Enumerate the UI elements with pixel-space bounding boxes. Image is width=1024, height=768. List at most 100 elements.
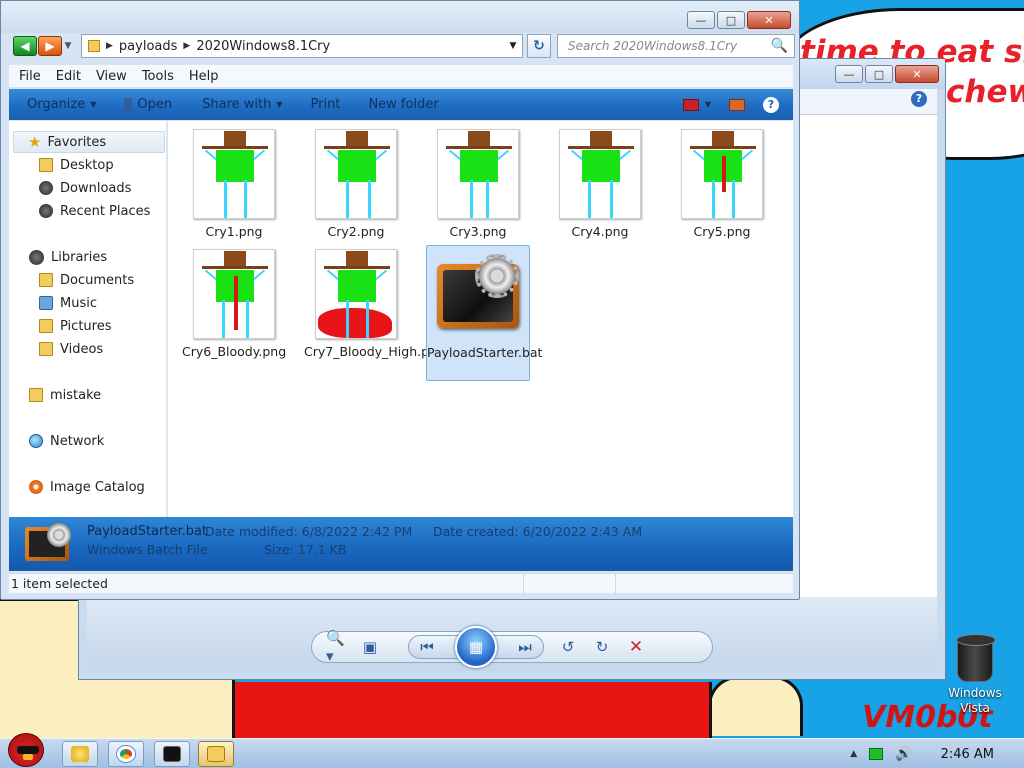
start-button[interactable] <box>2 731 52 768</box>
new-folder-button[interactable]: New folder <box>368 97 438 112</box>
organize-button[interactable]: Organize ▼ <box>27 97 96 112</box>
delete-icon: ✕ <box>628 637 644 657</box>
nav-recent-places[interactable]: Recent Places <box>39 200 150 222</box>
nav-music-label: Music <box>60 295 97 311</box>
preview-pane-icon[interactable] <box>729 98 745 111</box>
address-dropdown-button[interactable]: ▼ <box>504 41 522 51</box>
rotate-ccw-button[interactable]: ↺ <box>558 637 578 657</box>
slideshow-icon: ▦ <box>468 638 484 656</box>
explorer-titlebar[interactable] <box>1 1 799 33</box>
status-divider <box>615 574 616 594</box>
open-button[interactable]: Open <box>124 97 172 112</box>
search-input[interactable]: Search 2020Windows8.1Cry 🔍 <box>557 34 795 58</box>
new-folder-label: New folder <box>368 97 439 112</box>
nav-favorites[interactable]: ★ Favorites <box>13 131 165 153</box>
menu-tools[interactable]: Tools <box>142 69 174 84</box>
breadcrumb-item-current[interactable]: 2020Windows8.1Cry <box>196 39 330 54</box>
next-icon: ⏭ <box>518 638 532 656</box>
command-prompt-icon <box>163 746 181 762</box>
desktop-folder-icon <box>39 158 53 172</box>
menu-view[interactable]: View <box>96 69 127 84</box>
search-placeholder: Search 2020Windows8.1Cry <box>568 39 738 53</box>
menu-help[interactable]: Help <box>189 69 219 84</box>
zoom-button[interactable]: 🔍▾ <box>326 629 346 665</box>
maximize-button[interactable]: □ <box>865 65 893 83</box>
network-status-icon[interactable] <box>869 748 884 760</box>
user-folder-icon <box>29 388 43 402</box>
image-thumbnail <box>315 249 397 339</box>
taskbar-command-prompt[interactable] <box>154 741 190 767</box>
explorer-window-controls: — □ ✕ <box>687 11 791 29</box>
taskbar-show-desktop[interactable] <box>62 741 98 767</box>
slideshow-button[interactable]: ▦ <box>455 626 497 668</box>
nav-pictures[interactable]: Pictures <box>39 315 111 337</box>
maximize-button[interactable]: □ <box>717 11 745 29</box>
image-thumbnail <box>193 249 275 339</box>
minimize-button[interactable]: — <box>835 65 863 83</box>
close-button[interactable]: ✕ <box>895 65 939 83</box>
volume-icon[interactable]: 🔊 <box>895 746 912 762</box>
nav-music[interactable]: Music <box>39 292 97 314</box>
nav-network[interactable]: Network <box>29 430 104 452</box>
recent-pages-button[interactable]: ▼ <box>63 36 73 56</box>
clock[interactable]: 2:46 AM <box>941 747 994 762</box>
file-item-payloadstarter[interactable]: PayloadStarter.bat <box>426 245 542 381</box>
file-item-cry5[interactable]: Cry5.png <box>670 129 774 240</box>
next-button[interactable]: ⏭ <box>515 637 535 657</box>
close-button[interactable]: ✕ <box>747 11 791 29</box>
nav-image-catalog[interactable]: Image Catalog <box>29 476 145 498</box>
image-thumbnail <box>193 129 275 219</box>
file-item-cry3[interactable]: Cry3.png <box>426 129 530 240</box>
file-list: Cry1.png Cry2.png Cry3.png Cry4.png Cry5… <box>168 121 793 517</box>
nav-mistake[interactable]: mistake <box>29 384 101 406</box>
forward-button[interactable]: ▶ <box>38 36 62 56</box>
help-icon[interactable]: ? <box>911 91 927 107</box>
details-date-created-label: Date created: <box>433 524 519 539</box>
refresh-button[interactable]: ↻ <box>527 34 551 58</box>
minimize-button[interactable]: — <box>687 11 715 29</box>
chevron-down-icon: ▼ <box>64 41 72 51</box>
file-name: Cry7_Bloody_High.png <box>304 344 445 359</box>
taskbar-explorer[interactable] <box>198 741 234 767</box>
menu-file[interactable]: File <box>19 69 41 84</box>
share-with-button[interactable]: Share with ▼ <box>202 97 282 112</box>
help-icon[interactable]: ? <box>763 96 779 113</box>
nav-libraries[interactable]: Libraries <box>29 246 107 268</box>
photo-viewer-playback-controls: 🔍▾ ▣ ⏮ ▦ ⏭ ↺ ↻ ✕ <box>311 626 713 668</box>
details-date-created-value: 6/20/2022 2:43 AM <box>522 524 643 539</box>
chevron-down-icon: ▼ <box>704 100 711 109</box>
open-label: Open <box>137 97 173 112</box>
file-name: Cry2.png <box>327 224 385 239</box>
file-item-cry4[interactable]: Cry4.png <box>548 129 652 240</box>
print-button[interactable]: Print <box>311 97 341 112</box>
chevron-down-icon: ▼ <box>90 100 97 109</box>
nav-desktop[interactable]: Desktop <box>39 154 114 176</box>
desktop-icon-windows-vista[interactable]: Windows Vista <box>944 634 1006 716</box>
nav-videos[interactable]: Videos <box>39 338 103 360</box>
search-icon[interactable]: 🔍 <box>771 38 788 54</box>
wallpaper-figure-right <box>708 676 803 736</box>
nav-documents[interactable]: Documents <box>39 269 134 291</box>
rotate-cw-button[interactable]: ↻ <box>592 637 612 657</box>
file-item-cry6-bloody[interactable]: Cry6_Bloody.png <box>182 249 286 360</box>
pictures-icon <box>39 319 53 333</box>
menu-edit[interactable]: Edit <box>56 69 81 84</box>
previous-icon: ⏮ <box>420 638 434 656</box>
actual-size-button[interactable]: ▣ <box>360 637 380 657</box>
file-item-cry7-bloody-high[interactable]: Cry7_Bloody_High.png <box>304 249 445 360</box>
nav-downloads[interactable]: Downloads <box>39 177 131 199</box>
file-item-cry2[interactable]: Cry2.png <box>304 129 408 240</box>
zoom-icon: 🔍▾ <box>326 629 345 665</box>
taskbar-chrome[interactable] <box>108 741 144 767</box>
nav-downloads-label: Downloads <box>60 180 132 196</box>
change-view-button[interactable]: ▼ <box>682 98 711 111</box>
delete-button[interactable]: ✕ <box>626 637 646 657</box>
show-hidden-icons-button[interactable]: ▲ <box>850 749 857 759</box>
back-button[interactable]: ◀ <box>13 36 37 56</box>
nav-desktop-label: Desktop <box>60 157 114 173</box>
address-bar[interactable]: ▶ payloads ▶ 2020Windows8.1Cry ▼ <box>81 34 523 58</box>
breadcrumb-item-payloads[interactable]: payloads <box>119 39 177 54</box>
previous-button[interactable]: ⏮ <box>417 637 437 657</box>
nav-network-label: Network <box>50 433 105 449</box>
file-item-cry1[interactable]: Cry1.png <box>182 129 286 240</box>
